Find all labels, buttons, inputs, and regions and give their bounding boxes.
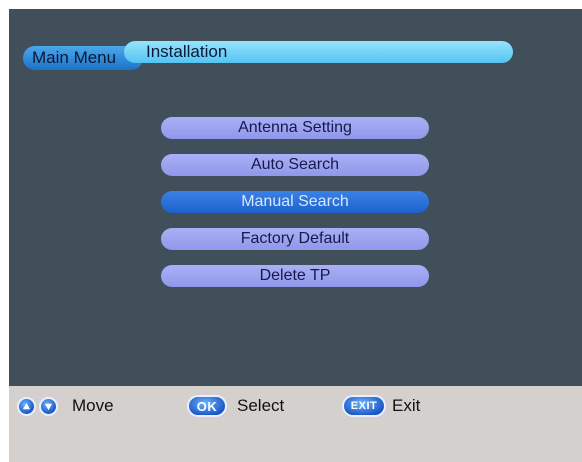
menu-item-label: Delete TP — [259, 267, 331, 284]
hint-select-label: Select — [237, 396, 285, 415]
hint-move: Move — [17, 394, 114, 418]
menu-item-label: Manual Search — [241, 193, 349, 210]
hint-select: OK Select — [187, 394, 284, 418]
hint-exit-label: Exit — [392, 396, 421, 415]
breadcrumb-main-menu-label: Main Menu — [32, 48, 117, 67]
menu-item-delete-tp[interactable]: Delete TP — [161, 265, 429, 287]
menu-item-manual-search[interactable]: Manual Search — [161, 191, 429, 213]
menu-item-factory-default[interactable]: Factory Default — [161, 228, 429, 250]
ok-key-label: OK — [196, 398, 218, 414]
hint-exit: EXIT Exit — [342, 394, 420, 418]
page-title-bar: Installation — [124, 41, 513, 63]
key-hint-bar: Move OK Select EXIT Exit — [9, 386, 582, 462]
installation-menu: Antenna Setting Auto Search Manual Searc… — [161, 117, 429, 302]
hint-move-label: Move — [72, 396, 114, 415]
up-arrow-icon — [17, 396, 36, 416]
ok-button-icon: OK — [187, 395, 227, 417]
menu-item-antenna-setting[interactable]: Antenna Setting — [161, 117, 429, 139]
menu-item-label: Auto Search — [250, 156, 340, 173]
menu-item-label: Antenna Setting — [238, 119, 352, 136]
page-title: Installation — [146, 42, 228, 61]
exit-button-icon: EXIT — [342, 395, 386, 417]
menu-item-label: Factory Default — [240, 230, 350, 247]
osd-screen: Main Menu Installation Antenna Setting A… — [9, 9, 582, 462]
exit-key-label: EXIT — [350, 400, 378, 412]
down-arrow-icon — [39, 396, 58, 416]
menu-item-auto-search[interactable]: Auto Search — [161, 154, 429, 176]
